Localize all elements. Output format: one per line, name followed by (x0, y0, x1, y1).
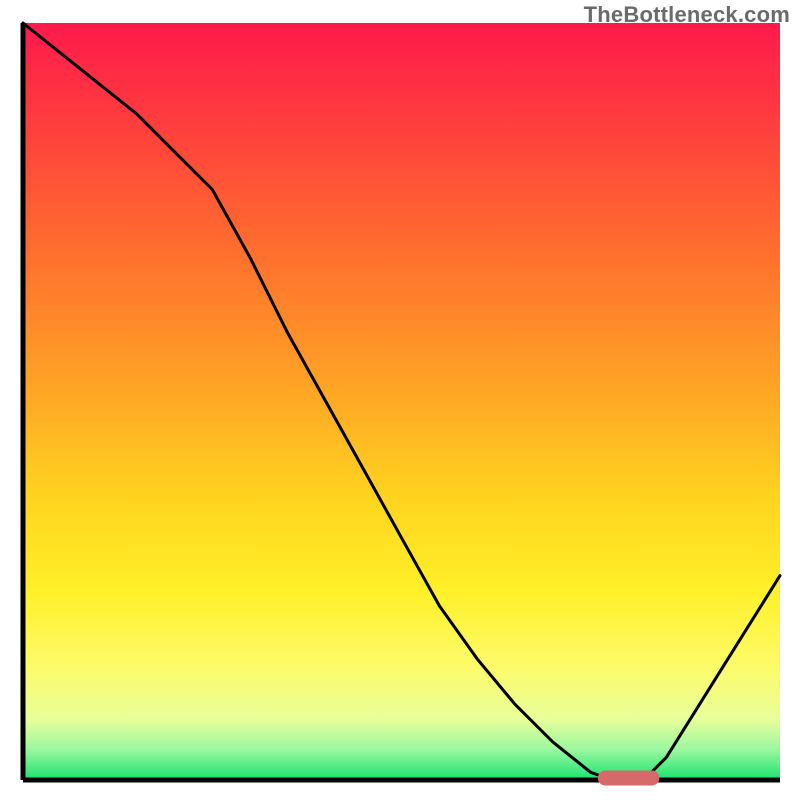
optimal-marker (598, 771, 659, 785)
plot-gradient-background (23, 23, 780, 780)
bottleneck-chart (0, 0, 800, 800)
